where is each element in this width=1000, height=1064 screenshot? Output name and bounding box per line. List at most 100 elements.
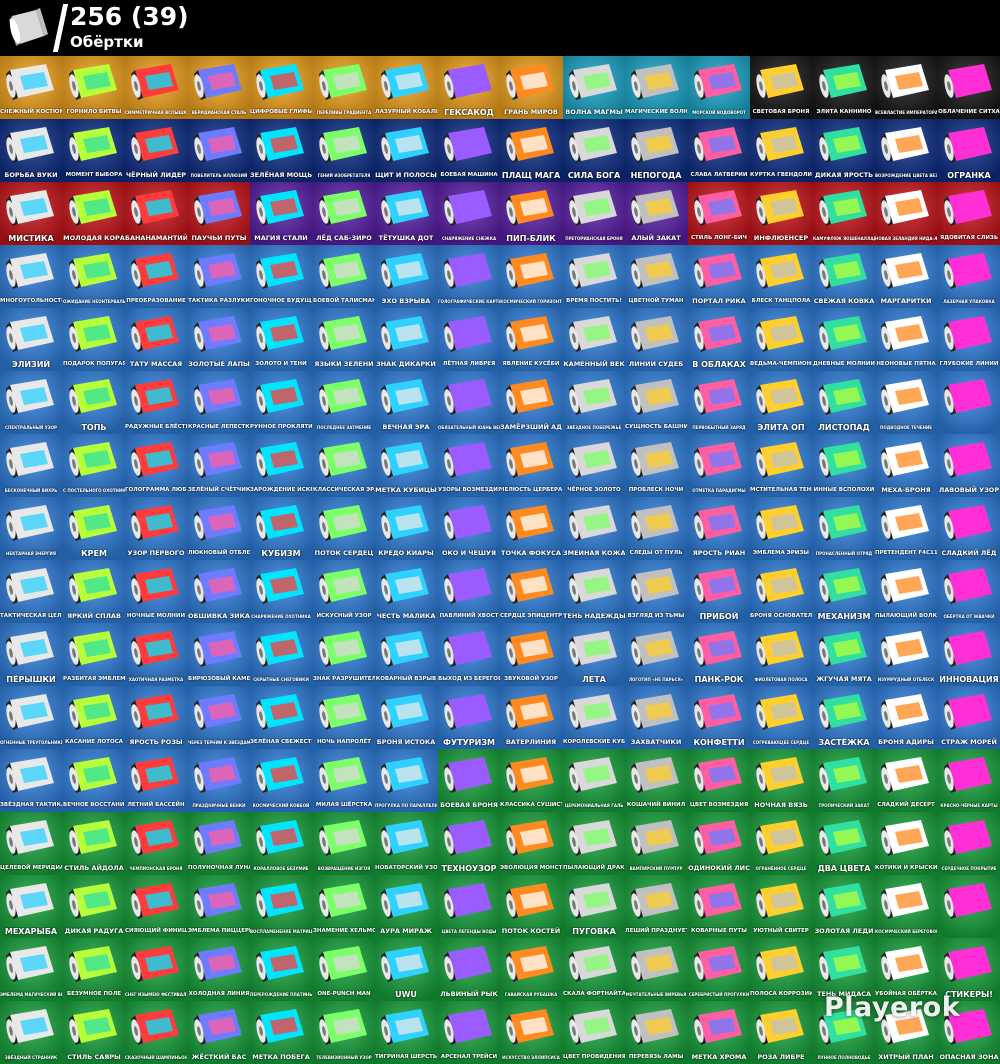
wrap-tile[interactable]: ЗАСТЁЖКА bbox=[813, 686, 875, 749]
wrap-tile[interactable]: ЗОЛОТЫЕ ЛАПЫ bbox=[188, 308, 250, 371]
wrap-tile[interactable]: ЭМБЛЕМА МАГИЧЕСКИЙ ВИЗИТ bbox=[0, 938, 63, 1001]
wrap-tile[interactable]: ФИОЛЕТОВАЯ ПОЛОСА bbox=[750, 623, 813, 686]
wrap-tile[interactable]: СКРЫТНЫЕ СНЕГОВИКИ bbox=[250, 623, 313, 686]
wrap-tile[interactable]: ПОДАРОК ПОПУГАЯ bbox=[63, 308, 125, 371]
wrap-tile[interactable]: СТИЛЬ АЙДОЛА bbox=[63, 812, 125, 875]
wrap-tile[interactable]: ФУТУРИЗМ bbox=[438, 686, 500, 749]
wrap-tile[interactable]: ПОВЕЛИТЕЛЬ ИЛЛЮЗИЙ bbox=[188, 119, 250, 182]
wrap-tile[interactable]: КОСМИЧЕСКИЙ КОВБОЙ bbox=[250, 749, 313, 812]
wrap-tile[interactable]: АРСЕНАЛ ТРЕЙСИ bbox=[438, 1001, 500, 1064]
wrap-tile[interactable]: ИСКУСНЫЙ УЗОР bbox=[313, 560, 375, 623]
wrap-tile[interactable]: ЧЁРНЫЙ ЛИДЕР bbox=[125, 119, 188, 182]
wrap-tile[interactable]: ПРИБОЙ bbox=[688, 560, 750, 623]
wrap-tile[interactable]: ЗНАК РАЗРУШИТЕЛЯ bbox=[313, 623, 375, 686]
wrap-tile[interactable]: ЭЛИТА КАННИНО bbox=[813, 56, 875, 119]
wrap-tile[interactable]: МЕХАРЫБА bbox=[0, 875, 63, 938]
wrap-tile[interactable]: ЛЕТА bbox=[563, 623, 625, 686]
wrap-tile[interactable]: ЯВЛЕНИЕ КУСЁБИ bbox=[500, 308, 563, 371]
wrap-tile[interactable]: КОСМИЧЕСКИЙ ГОРИЗОНТ bbox=[500, 245, 563, 308]
wrap-tile[interactable]: ОДИНОКИЙ ЛИС bbox=[688, 812, 750, 875]
wrap-tile[interactable]: РУННОЕ ПРОКЛЯТИЕ bbox=[250, 371, 313, 434]
wrap-tile[interactable]: БЛЕСК ТАНЦПОЛА bbox=[750, 245, 813, 308]
wrap-tile[interactable]: ЛЕТНИЙ БАССЕЙН bbox=[125, 749, 188, 812]
wrap-tile[interactable]: ПЕРЕЛИВЫ ГРАДИЕНТА bbox=[313, 56, 375, 119]
wrap-tile[interactable]: ОГРАНКА bbox=[938, 119, 1000, 182]
wrap-tile[interactable]: СЛАВА ЛАТВЕРИИ bbox=[688, 119, 750, 182]
wrap-tile[interactable]: МАГИЯ СТАЛИ bbox=[250, 182, 313, 245]
wrap-tile[interactable]: КРЕДО КИАРЫ bbox=[375, 497, 438, 560]
wrap-tile[interactable]: ЦВЕТ ВОЗМЕЗДИЯ bbox=[688, 749, 750, 812]
wrap-tile[interactable]: СЛЕДЫ ОТ ПУЛЬ bbox=[625, 497, 688, 560]
wrap-tile[interactable]: СЛАДКИЙ ЛЁД bbox=[938, 497, 1000, 560]
wrap-tile[interactable]: ЭЛИЗИЙ bbox=[0, 308, 63, 371]
wrap-tile[interactable]: ВЕЧНАЯ ЭРА bbox=[375, 371, 438, 434]
wrap-tile[interactable]: КЛАССИКА СУШИСТА bbox=[500, 749, 563, 812]
wrap-tile[interactable]: ЧЕМПИОНСКАЯ БРОНЯ bbox=[125, 812, 188, 875]
wrap-tile[interactable]: ЗЕЛЁНЫЙ СЧЁТЧИК bbox=[188, 434, 250, 497]
wrap-tile[interactable]: ОБШИВКА ЗИКА bbox=[188, 560, 250, 623]
wrap-tile[interactable]: НЕПОГОДА bbox=[625, 119, 688, 182]
wrap-tile[interactable]: ЯДОВИТАЯ СЛИЗЬ bbox=[938, 182, 1000, 245]
wrap-tile[interactable]: ВАТЕРЛИНИЯ bbox=[500, 686, 563, 749]
wrap-tile[interactable]: ТРОПИЧЕСКИЙ ЗАКАТ bbox=[813, 749, 875, 812]
wrap-tile[interactable]: КОСМИЧЕСКИЙ БЕРЕГОВОЙ bbox=[875, 875, 938, 938]
wrap-tile[interactable]: ГОЛОГРАММА ЛЮБВИ bbox=[125, 434, 188, 497]
wrap-tile[interactable]: ЦВЕТА ЛЕГЕНДЫ ВОДЫ bbox=[438, 875, 500, 938]
wrap-tile[interactable]: ВОСПЛАМЕНЕНИЕ МАТРИЦЫ bbox=[250, 875, 313, 938]
wrap-tile[interactable]: СИЛА БОГА bbox=[563, 119, 625, 182]
wrap-tile[interactable]: МАГИЧЕСКИЕ ВОЛНЫ bbox=[625, 56, 688, 119]
wrap-tile[interactable]: ЛЁД САБ-ЗИРО bbox=[313, 182, 375, 245]
wrap-tile[interactable]: ПОДВОДНОЕ ТЕЧЕНИЕ bbox=[875, 371, 938, 434]
wrap-tile[interactable]: БОЕВАЯ МАШИНА bbox=[438, 119, 500, 182]
wrap-tile[interactable]: ВЕДЬМА-ЧЕМПИОНКА bbox=[750, 308, 813, 371]
wrap-tile[interactable]: КАМУФЛЯЖ ЯОШЕНАЛЛАДИ bbox=[813, 182, 875, 245]
wrap-tile[interactable]: МЕТКА ХРОМА bbox=[688, 1001, 750, 1064]
wrap-tile[interactable]: КАМЕННЫЙ ВЕК bbox=[563, 308, 625, 371]
wrap-tile[interactable]: ПРЕТОРИАНСКАЯ БРОНЯ bbox=[563, 182, 625, 245]
wrap-tile[interactable]: ОБЛАЧЕНИЕ СИТХА bbox=[938, 56, 1000, 119]
wrap-tile[interactable]: ГОНОЧНОЕ БУДУЩЕЕ bbox=[250, 245, 313, 308]
wrap-tile[interactable]: МСТИТЕЛЬНАЯ ТЕНЬ bbox=[750, 434, 813, 497]
wrap-tile[interactable]: ГРАНЬ МИРОВ bbox=[500, 56, 563, 119]
wrap-tile[interactable]: ПРОБЛЕСК НОЧИ bbox=[625, 434, 688, 497]
wrap-tile[interactable]: СТИЛЬ САЯРЫ bbox=[63, 1001, 125, 1064]
wrap-tile[interactable]: СЕРДЦЕ ЭПИЦЕНТРА bbox=[500, 560, 563, 623]
wrap-tile[interactable]: ЗНАК ДИКАРКИ bbox=[375, 308, 438, 371]
wrap-tile[interactable]: НОЧЬ НАПРОЛЁТ bbox=[313, 686, 375, 749]
wrap-tile[interactable]: ПЛАЩ МАГА bbox=[500, 119, 563, 182]
wrap-tile[interactable]: ЗАМЁРЗШИЙ АД bbox=[500, 371, 563, 434]
wrap-tile[interactable]: ВСЕВЛАСТИЕ ИМПЕРАТОРА bbox=[875, 56, 938, 119]
wrap-tile[interactable]: КОНФЕТТИ bbox=[688, 686, 750, 749]
wrap-tile[interactable]: ТАТУ МАССАЯ bbox=[125, 308, 188, 371]
wrap-tile[interactable]: ДИКАЯ РАДУГА bbox=[63, 875, 125, 938]
wrap-tile[interactable]: ПОЛУНОЧНАЯ ЛУНА bbox=[188, 812, 250, 875]
wrap-tile[interactable]: ГОЛОГРАФИЧЕСКИЕ КАРТИНКИ bbox=[438, 245, 500, 308]
wrap-tile[interactable]: ИЗУМРУДНЫЙ ОТБЛЕСК bbox=[875, 623, 938, 686]
wrap-tile[interactable]: ВЕЧНОЕ ВОССТАНИЕ bbox=[63, 749, 125, 812]
wrap-tile[interactable]: ЛЁТНАЯ ЛИВРЕЯ bbox=[438, 308, 500, 371]
wrap-tile[interactable]: ПЫЛАЮЩИЙ ДРАКОН bbox=[563, 812, 625, 875]
wrap-tile[interactable]: КЛАССИЧЕСКАЯ ЭРА bbox=[313, 434, 375, 497]
wrap-tile[interactable]: ЗЕЛЁНАЯ МОЩЬ bbox=[250, 119, 313, 182]
wrap-tile[interactable]: СКАЗОЧНЫЙ ШАМПИНЬОН bbox=[125, 1001, 188, 1064]
wrap-tile[interactable]: ПРЕТЕНДЕНТ F4C11 bbox=[875, 497, 938, 560]
wrap-tile[interactable]: ЭВОЛЮЦИЯ МОНСТРА bbox=[500, 812, 563, 875]
wrap-tile[interactable]: ХАОТИЧНАЯ РАЗМЕТКА bbox=[125, 623, 188, 686]
wrap-tile[interactable]: КОВАРНЫЙ ВЗРЫВ bbox=[375, 623, 438, 686]
wrap-tile[interactable]: ТИГРИНАЯ ШЕРСТЬ bbox=[375, 1001, 438, 1064]
wrap-tile[interactable]: МИЛАЯ ШЁРСТКА bbox=[313, 749, 375, 812]
wrap-tile[interactable]: ЧЕРЕЗ ТЕРНИИ К ЗВЁЗДАМ bbox=[188, 686, 250, 749]
wrap-tile[interactable]: МЕЧТАТЕЛЬНЫЕ ВИРЕВЬЯ bbox=[625, 938, 688, 1001]
wrap-tile[interactable]: ЗАРОЖДЕНИЕ ИСКРЫ bbox=[250, 434, 313, 497]
wrap-tile[interactable]: КОВАРНЫЕ ПУТЫ bbox=[688, 875, 750, 938]
wrap-tile[interactable]: ТЕХНОУЗОР bbox=[438, 812, 500, 875]
wrap-tile[interactable]: ИННЫЕ ВСПОЛОХИ bbox=[813, 434, 875, 497]
wrap-tile[interactable]: ЛАВОВЫЙ УЗОР bbox=[938, 434, 1000, 497]
wrap-tile[interactable]: МЕТКА КУБИЦЫ bbox=[375, 434, 438, 497]
wrap-tile[interactable]: МАРГАРИТКИ bbox=[875, 245, 938, 308]
wrap-tile[interactable]: ЦВЕТНОЙ ТУМАН bbox=[625, 245, 688, 308]
wrap-tile[interactable]: ЭМБЛЕМА ПИЦЦЕРИИ bbox=[188, 875, 250, 938]
wrap-tile[interactable]: ЯРКИЙ СПЛАВ bbox=[63, 560, 125, 623]
wrap-tile[interactable]: КРЕМ bbox=[63, 497, 125, 560]
wrap-tile[interactable]: ЧЕСТЬ МАЛИКА bbox=[375, 560, 438, 623]
